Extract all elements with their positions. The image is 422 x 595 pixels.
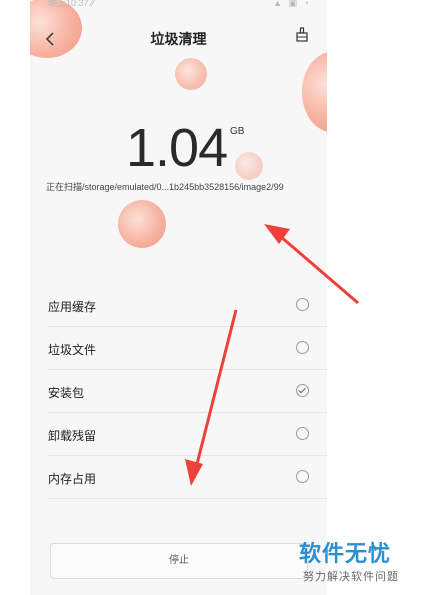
scan-path-text: 正在扫描/storage/emulated/0...1b245bb3528156… [46,182,284,192]
list-item-install-packages[interactable]: 安装包 [48,370,327,413]
list-item-uninstall-residue[interactable]: 卸载残留 [48,413,327,456]
phone-screen: 晚上10:37 ⁄⁄ ▲ ▣ ◔ 垃圾清理 1.04 GB 正在扫描/stora… [30,0,327,595]
decor-bubble [118,200,166,248]
junk-size-value: 1.04 [126,118,228,178]
list-item-junk-files[interactable]: 垃圾文件 [48,327,327,370]
checkbox-icon[interactable] [296,341,309,354]
status-icons: ▲ ▣ ◔ [273,0,311,8]
category-list: 应用缓存 垃圾文件 安装包 卸载残留 内存占用 [48,284,327,499]
checkbox-icon[interactable] [296,427,309,440]
list-item-label: 卸载残留 [48,429,97,443]
watermark-logo: 软件无忧 努力解决软件问题 [297,532,417,588]
checkbox-icon[interactable] [296,470,309,483]
page-title: 垃圾清理 [150,31,207,47]
status-time: 晚上10:37 ⁄⁄ [48,0,95,8]
checked-icon[interactable] [296,384,309,397]
list-item-label: 应用缓存 [48,300,97,314]
scan-summary: 1.04 GB [30,118,327,188]
list-item-memory-usage[interactable]: 内存占用 [48,456,327,499]
list-item-label: 内存占用 [48,472,97,486]
watermark-title: 软件无忧 [299,541,392,566]
clean-action-button[interactable] [295,27,317,49]
list-item-label: 垃圾文件 [48,343,97,357]
stop-button[interactable]: 停止 [50,543,308,579]
header: 垃圾清理 [30,22,327,54]
list-item-app-cache[interactable]: 应用缓存 [48,284,327,327]
decor-bubble [175,58,207,90]
watermark-subtitle: 努力解决软件问题 [303,571,399,583]
list-item-label: 安装包 [48,386,85,400]
junk-size-unit: GB [230,126,245,137]
checkbox-icon[interactable] [296,298,309,311]
broom-icon [296,27,308,42]
status-bar: 晚上10:37 ⁄⁄ ▲ ▣ ◔ [30,0,327,12]
